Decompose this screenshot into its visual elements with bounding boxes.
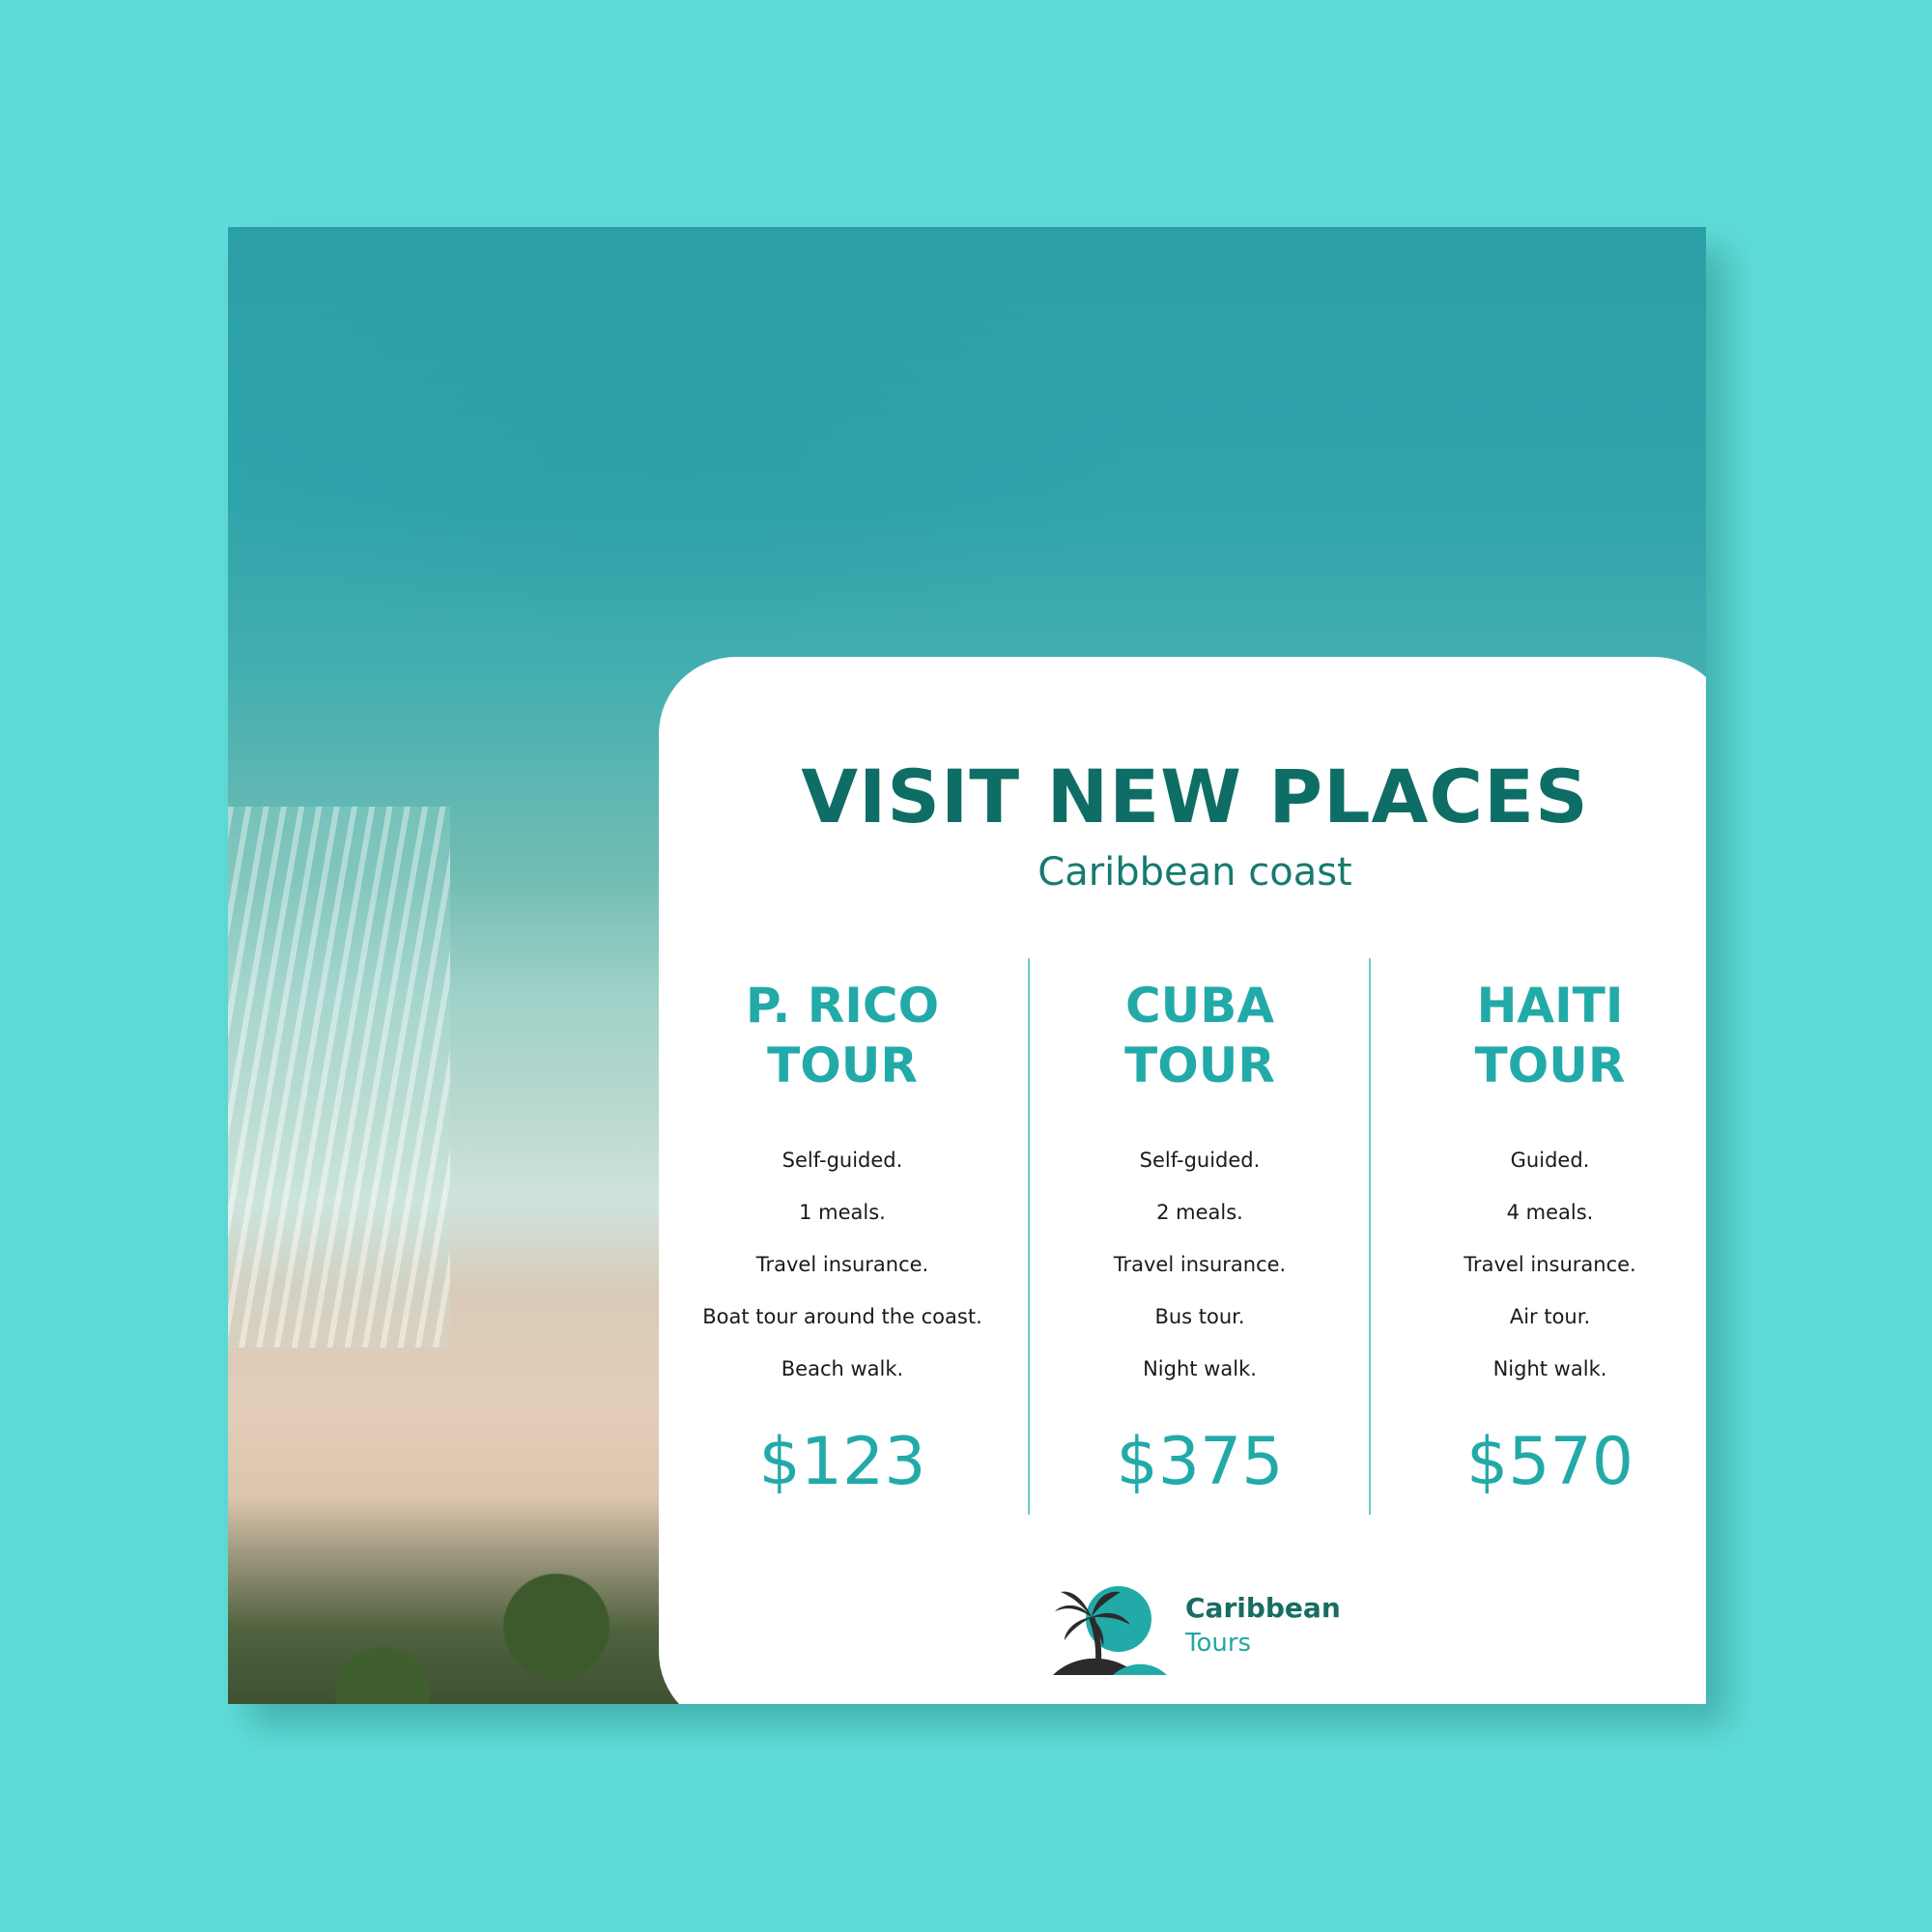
tour-feature: Air tour. <box>1509 1305 1591 1328</box>
tour-feature: Self-guided. <box>1139 1149 1261 1172</box>
tour-feature: Guided. <box>1510 1149 1590 1172</box>
tour-name-line2: TOUR <box>1124 1037 1275 1094</box>
tour-feature: Travel insurance. <box>1463 1253 1636 1276</box>
tour-column-cuba: CUBA TOUR Self-guided. 2 meals. Travel i… <box>1031 976 1369 1500</box>
tour-price: $570 <box>1465 1424 1634 1500</box>
subheadline: Caribbean coast <box>1037 850 1352 895</box>
tour-feature: Night walk. <box>1143 1357 1257 1380</box>
tour-feature: Travel insurance. <box>755 1253 929 1276</box>
tour-feature: Boat tour around the coast. <box>702 1305 982 1328</box>
tour-feature: Night walk. <box>1492 1357 1607 1380</box>
tour-column-puerto-rico: P. RICO TOUR Self-guided. 1 meals. Trave… <box>678 976 1007 1500</box>
surf-waves-left <box>228 807 450 1348</box>
tour-feature: Bus tour. <box>1154 1305 1245 1328</box>
palm-island-sun-icon <box>1053 1586 1167 1675</box>
tour-price: $123 <box>758 1424 926 1500</box>
column-divider <box>1028 958 1030 1515</box>
tour-feature: 2 meals. <box>1156 1201 1243 1224</box>
tour-name-line1: CUBA <box>1124 978 1275 1034</box>
tour-name: CUBA TOUR <box>1031 976 1369 1095</box>
brand-name: Caribbean <box>1185 1592 1341 1624</box>
tour-feature: Beach walk. <box>781 1357 904 1380</box>
tour-feature: Travel insurance. <box>1113 1253 1287 1276</box>
tour-name-line1: P. RICO <box>745 978 940 1034</box>
tour-name: HAITI TOUR <box>1378 976 1706 1095</box>
tour-name-line2: TOUR <box>1474 1037 1626 1094</box>
column-divider <box>1369 958 1371 1515</box>
tour-column-haiti: HAITI TOUR Guided. 4 meals. Travel insur… <box>1378 976 1706 1500</box>
brand-tagline: Tours <box>1185 1629 1252 1658</box>
tour-name: P. RICO TOUR <box>678 976 1007 1095</box>
tour-feature: Self-guided. <box>781 1149 903 1172</box>
beach-aerial-photo: VISIT NEW PLACES Caribbean coast P. RICO… <box>228 227 1706 1704</box>
tour-feature: 1 meals. <box>799 1201 886 1224</box>
headline: VISIT NEW PLACES <box>801 753 1589 839</box>
tour-name-line2: TOUR <box>767 1037 918 1094</box>
pricing-card: VISIT NEW PLACES Caribbean coast P. RICO… <box>659 657 1706 1704</box>
brand-logo: Caribbean Tours <box>1053 1573 1362 1679</box>
tour-price: $375 <box>1116 1424 1284 1500</box>
tour-name-line1: HAITI <box>1476 978 1624 1034</box>
tour-feature: 4 meals. <box>1506 1201 1594 1224</box>
